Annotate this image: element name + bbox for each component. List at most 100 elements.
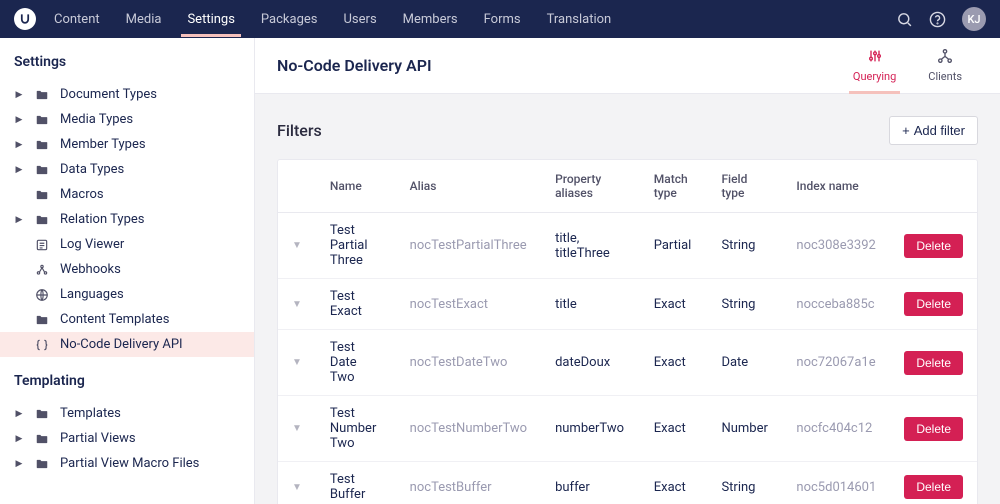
cell-field: Date (707, 330, 782, 396)
main-content: No-Code Delivery API QueryingClients Fil… (255, 38, 1000, 504)
nav-item-packages[interactable]: Packages (259, 2, 320, 37)
chevron-right-icon: ▶ (14, 215, 24, 225)
drag-handle-icon[interactable]: ▼ (278, 279, 316, 330)
sidebar-item-relation-types[interactable]: ▶Relation Types (0, 207, 254, 232)
sidebar-title: Settings (0, 38, 254, 82)
col-header: Field type (707, 160, 782, 213)
folder-icon (34, 457, 50, 471)
cell-alias: nocTestBuffer (396, 462, 541, 504)
chevron-right-icon: ▶ (14, 409, 24, 419)
nav-item-forms[interactable]: Forms (482, 2, 523, 37)
sidebar-item-content-templates[interactable]: ▶Content Templates (0, 307, 254, 332)
folder-icon (34, 113, 50, 127)
folder-icon (34, 407, 50, 421)
chevron-right-icon: ▶ (14, 115, 24, 125)
drag-handle-icon[interactable]: ▼ (278, 330, 316, 396)
user-avatar[interactable]: KJ (962, 7, 986, 31)
cell-name[interactable]: Test Exact (316, 279, 396, 330)
cell-name[interactable]: Test Date Two (316, 330, 396, 396)
sidebar-item-log-viewer[interactable]: ▶Log Viewer (0, 232, 254, 257)
delete-button[interactable]: Delete (904, 351, 963, 375)
sidebar-item-macros[interactable]: ▶Macros (0, 182, 254, 207)
cell-alias: nocTestNumberTwo (396, 396, 541, 462)
sidebar-item-templates[interactable]: ▶Templates (0, 401, 254, 426)
table-row: ▼Test ExactnocTestExacttitleExactStringn… (278, 279, 977, 330)
tab-querying[interactable]: Querying (837, 38, 912, 94)
sidebar-item-label: Webhooks (60, 262, 121, 277)
sidebar-item-data-types[interactable]: ▶ Data Types (0, 157, 254, 182)
drag-handle-icon[interactable]: ▼ (278, 396, 316, 462)
folder-icon (34, 88, 50, 102)
delete-button[interactable]: Delete (904, 475, 963, 499)
plus-icon: + (902, 123, 910, 138)
chevron-right-icon: ▶ (14, 459, 24, 469)
drag-handle-icon[interactable]: ▼ (278, 462, 316, 504)
sidebar-item-partial-view-macro-files[interactable]: ▶ Partial View Macro Files (0, 451, 254, 476)
primary-nav: Content Media Settings Packages Users Members… (52, 2, 896, 37)
chevron-right-icon: ▶ (14, 165, 24, 175)
tab-label: Querying (853, 70, 896, 83)
sidebar-item-member-types[interactable]: ▶Member Types (0, 132, 254, 157)
table-row: ▼Test Number TwonocTestNumberTwonumberTw… (278, 396, 977, 462)
col-header: Property aliases (541, 160, 640, 213)
sidebar-item-label: Member Types (60, 137, 146, 152)
col-header: Match type (640, 160, 708, 213)
chevron-right-icon: ▶ (14, 90, 24, 100)
cell-props: title, titleThree (541, 213, 640, 279)
delete-button[interactable]: Delete (904, 417, 963, 441)
sidebar-item-webhooks[interactable]: ▶Webhooks (0, 257, 254, 282)
sidebar-item-media-types[interactable]: ▶Media Types (0, 107, 254, 132)
col-header: Alias (396, 160, 541, 213)
cell-match: Exact (640, 462, 708, 504)
tab-label: Clients (928, 70, 962, 83)
table-row: ▼Test BuffernocTestBufferbufferExactStri… (278, 462, 977, 504)
nav-item-settings[interactable]: Settings (185, 2, 236, 37)
cell-name[interactable]: Test Partial Three (316, 213, 396, 279)
delete-button[interactable]: Delete (904, 292, 963, 316)
folder-icon (34, 188, 50, 202)
sidebar-item-no-code-delivery-api[interactable]: ▶No-Code Delivery API (0, 332, 254, 357)
sidebar-item-label: Document Types (60, 87, 157, 102)
nav-item-members[interactable]: Members (401, 2, 460, 37)
filters-tbody: ▼Test Partial ThreenocTestPartialThreeti… (278, 213, 977, 504)
add-filter-button[interactable]: +Add filter (889, 116, 978, 145)
help-icon[interactable] (929, 11, 946, 28)
cell-match: Exact (640, 330, 708, 396)
cell-index: noc308e3392 (782, 213, 890, 279)
top-navbar: Content Media Settings Packages Users Members… (0, 0, 1000, 38)
nav-item-media[interactable]: Media (124, 2, 164, 37)
nav-item-users[interactable]: Users (342, 2, 379, 37)
cell-props: title (541, 279, 640, 330)
app-logo[interactable] (14, 8, 36, 30)
sidebar-item-languages[interactable]: ▶Languages (0, 282, 254, 307)
cell-match: Partial (640, 213, 708, 279)
sidebar-item-label: Languages (60, 287, 124, 302)
sidebar-item-label: Partial View Macro Files (60, 456, 199, 471)
sidebar-item-document-types[interactable]: ▶ Document Types (0, 82, 254, 107)
cell-match: Exact (640, 279, 708, 330)
nav-item-translation[interactable]: Translation (545, 2, 614, 37)
sidebar-item-partial-views[interactable]: ▶Partial Views (0, 426, 254, 451)
drag-handle-icon[interactable]: ▼ (278, 213, 316, 279)
col-header: Index name (782, 160, 890, 213)
cell-index: nocceba885c (782, 279, 890, 330)
cell-field: Number (707, 396, 782, 462)
sidebar-item-label: Data Types (60, 162, 124, 177)
search-icon[interactable] (896, 11, 913, 28)
braces-icon (34, 338, 50, 352)
cell-field: String (707, 462, 782, 504)
nav-item-content[interactable]: Content (52, 2, 102, 37)
folder-icon (34, 213, 50, 227)
cell-name[interactable]: Test Buffer (316, 462, 396, 504)
cell-match: Exact (640, 396, 708, 462)
tab-clients[interactable]: Clients (912, 38, 978, 94)
network-icon (937, 48, 953, 67)
cell-name[interactable]: Test Number Two (316, 396, 396, 462)
sidebar-item-label: Content Templates (60, 312, 169, 327)
cell-alias: nocTestPartialThree (396, 213, 541, 279)
delete-button[interactable]: Delete (904, 234, 963, 258)
page-header: No-Code Delivery API QueryingClients (255, 38, 1000, 94)
cell-field: String (707, 213, 782, 279)
col-header: Name (316, 160, 396, 213)
sidebar-item-label: Log Viewer (60, 237, 124, 252)
